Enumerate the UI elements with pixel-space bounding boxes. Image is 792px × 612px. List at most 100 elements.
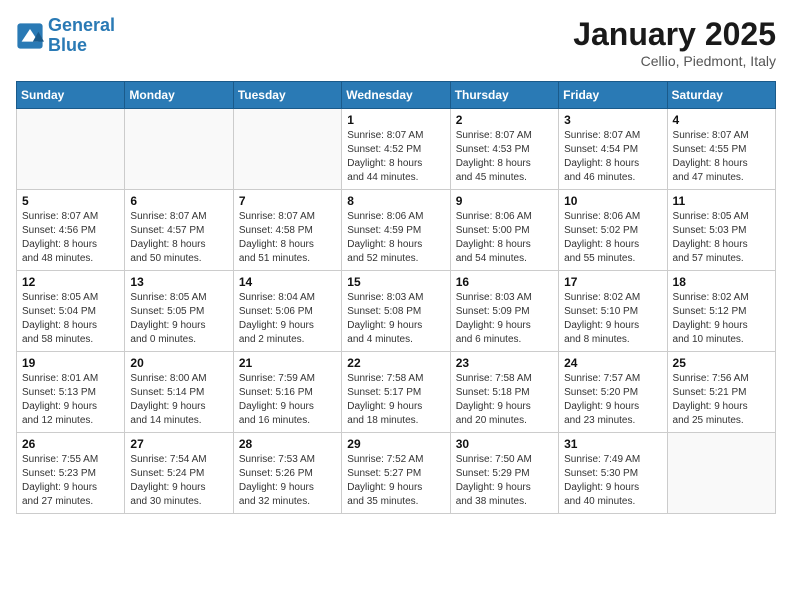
calendar-body: 1Sunrise: 8:07 AM Sunset: 4:52 PM Daylig… <box>17 109 776 514</box>
calendar-cell: 9 Sunrise: 8:06 AM Sunset: 5:00 PM Daylig… <box>450 190 558 271</box>
logo-text: General Blue <box>48 16 115 56</box>
day-info: Sunrise: 7:58 AM Sunset: 5:18 PM Dayligh… <box>456 372 553 428</box>
day-number: 10 <box>564 194 661 208</box>
weekday-header: Saturday <box>667 82 775 109</box>
day-info: Sunrise: 7:52 AM Sunset: 5:27 PM Dayligh… <box>347 453 444 509</box>
day-number: 23 <box>456 356 553 370</box>
day-info: Sunrise: 8:05 AM Sunset: 5:05 PM Dayligh… <box>130 291 227 347</box>
day-info: Sunrise: 8:01 AM Sunset: 5:13 PM Dayligh… <box>22 372 119 428</box>
weekday-row: SundayMondayTuesdayWednesdayThursdayFrid… <box>17 82 776 109</box>
calendar-cell <box>17 109 125 190</box>
calendar-cell: 2Sunrise: 8:07 AM Sunset: 4:53 PM Daylig… <box>450 109 558 190</box>
calendar-cell: 15Sunrise: 8:03 AM Sunset: 5:08 PM Dayli… <box>342 271 450 352</box>
calendar-cell: 11Sunrise: 8:05 AM Sunset: 5:03 PM Dayli… <box>667 190 775 271</box>
calendar-cell: 6 Sunrise: 8:07 AM Sunset: 4:57 PM Daylig… <box>125 190 233 271</box>
day-info: Sunrise: 7:56 AM Sunset: 5:21 PM Dayligh… <box>673 372 770 428</box>
calendar-cell: 17Sunrise: 8:02 AM Sunset: 5:10 PM Dayli… <box>559 271 667 352</box>
day-number: 24 <box>564 356 661 370</box>
day-info: Sunrise: 8:05 AM Sunset: 5:04 PM Dayligh… <box>22 291 119 347</box>
calendar-cell: 5 Sunrise: 8:07 AM Sunset: 4:56 PM Daylig… <box>17 190 125 271</box>
calendar-cell: 10Sunrise: 8:06 AM Sunset: 5:02 PM Dayli… <box>559 190 667 271</box>
calendar-cell: 25 Sunrise: 7:56 AM Sunset: 5:21 PM Dayli… <box>667 352 775 433</box>
month-title: January 2025 <box>573 16 776 53</box>
weekday-header: Monday <box>125 82 233 109</box>
calendar-cell: 3 Sunrise: 8:07 AM Sunset: 4:54 PM Daylig… <box>559 109 667 190</box>
day-info: Sunrise: 8:06 AM Sunset: 4:59 PM Dayligh… <box>347 210 444 266</box>
day-info: Sunrise: 7:53 AM Sunset: 5:26 PM Dayligh… <box>239 453 336 509</box>
calendar-cell: 4 Sunrise: 8:07 AM Sunset: 4:55 PM Daylig… <box>667 109 775 190</box>
day-number: 18 <box>673 275 770 289</box>
day-number: 15 <box>347 275 444 289</box>
calendar-week-row: 1Sunrise: 8:07 AM Sunset: 4:52 PM Daylig… <box>17 109 776 190</box>
day-info: Sunrise: 8:07 AM Sunset: 4:54 PM Dayligh… <box>564 129 661 185</box>
calendar-cell: 18Sunrise: 8:02 AM Sunset: 5:12 PM Dayli… <box>667 271 775 352</box>
calendar-week-row: 26 Sunrise: 7:55 AM Sunset: 5:23 PM Dayli… <box>17 433 776 514</box>
day-info: Sunrise: 7:57 AM Sunset: 5:20 PM Dayligh… <box>564 372 661 428</box>
day-number: 14 <box>239 275 336 289</box>
day-number: 8 <box>347 194 444 208</box>
calendar-cell: 21Sunrise: 7:59 AM Sunset: 5:16 PM Dayli… <box>233 352 341 433</box>
day-number: 4 <box>673 113 770 127</box>
day-number: 12 <box>22 275 119 289</box>
calendar-cell <box>233 109 341 190</box>
calendar-week-row: 19 Sunrise: 8:01 AM Sunset: 5:13 PM Dayli… <box>17 352 776 433</box>
calendar-cell: 28 Sunrise: 7:53 AM Sunset: 5:26 PM Dayli… <box>233 433 341 514</box>
day-number: 19 <box>22 356 119 370</box>
calendar-cell: 19 Sunrise: 8:01 AM Sunset: 5:13 PM Dayli… <box>17 352 125 433</box>
calendar-cell: 27Sunrise: 7:54 AM Sunset: 5:24 PM Dayli… <box>125 433 233 514</box>
calendar-cell <box>667 433 775 514</box>
day-number: 9 <box>456 194 553 208</box>
calendar-cell: 31Sunrise: 7:49 AM Sunset: 5:30 PM Dayli… <box>559 433 667 514</box>
day-number: 11 <box>673 194 770 208</box>
day-number: 6 <box>130 194 227 208</box>
day-number: 27 <box>130 437 227 451</box>
calendar-week-row: 5 Sunrise: 8:07 AM Sunset: 4:56 PM Daylig… <box>17 190 776 271</box>
day-number: 21 <box>239 356 336 370</box>
page-header: General Blue January 2025 Cellio, Piedmo… <box>16 16 776 69</box>
calendar-header: SundayMondayTuesdayWednesdayThursdayFrid… <box>17 82 776 109</box>
day-number: 5 <box>22 194 119 208</box>
day-number: 28 <box>239 437 336 451</box>
day-number: 31 <box>564 437 661 451</box>
day-number: 1 <box>347 113 444 127</box>
day-info: Sunrise: 8:03 AM Sunset: 5:09 PM Dayligh… <box>456 291 553 347</box>
day-info: Sunrise: 8:07 AM Sunset: 4:55 PM Dayligh… <box>673 129 770 185</box>
calendar-cell: 12 Sunrise: 8:05 AM Sunset: 5:04 PM Dayli… <box>17 271 125 352</box>
day-info: Sunrise: 8:07 AM Sunset: 4:53 PM Dayligh… <box>456 129 553 185</box>
calendar-cell: 20 Sunrise: 8:00 AM Sunset: 5:14 PM Dayli… <box>125 352 233 433</box>
logo-icon <box>16 22 44 50</box>
day-number: 7 <box>239 194 336 208</box>
calendar-cell: 16 Sunrise: 8:03 AM Sunset: 5:09 PM Dayli… <box>450 271 558 352</box>
day-info: Sunrise: 8:04 AM Sunset: 5:06 PM Dayligh… <box>239 291 336 347</box>
day-info: Sunrise: 8:00 AM Sunset: 5:14 PM Dayligh… <box>130 372 227 428</box>
day-info: Sunrise: 7:55 AM Sunset: 5:23 PM Dayligh… <box>22 453 119 509</box>
day-info: Sunrise: 8:07 AM Sunset: 4:57 PM Dayligh… <box>130 210 227 266</box>
location: Cellio, Piedmont, Italy <box>573 53 776 69</box>
day-number: 13 <box>130 275 227 289</box>
day-number: 29 <box>347 437 444 451</box>
day-info: Sunrise: 7:58 AM Sunset: 5:17 PM Dayligh… <box>347 372 444 428</box>
day-info: Sunrise: 8:02 AM Sunset: 5:10 PM Dayligh… <box>564 291 661 347</box>
day-info: Sunrise: 8:06 AM Sunset: 5:00 PM Dayligh… <box>456 210 553 266</box>
weekday-header: Tuesday <box>233 82 341 109</box>
day-number: 22 <box>347 356 444 370</box>
day-number: 25 <box>673 356 770 370</box>
weekday-header: Friday <box>559 82 667 109</box>
day-number: 20 <box>130 356 227 370</box>
weekday-header: Thursday <box>450 82 558 109</box>
day-number: 16 <box>456 275 553 289</box>
calendar-cell: 22 Sunrise: 7:58 AM Sunset: 5:17 PM Dayli… <box>342 352 450 433</box>
title-block: January 2025 Cellio, Piedmont, Italy <box>573 16 776 69</box>
weekday-header: Sunday <box>17 82 125 109</box>
calendar-cell: 26 Sunrise: 7:55 AM Sunset: 5:23 PM Dayli… <box>17 433 125 514</box>
day-number: 3 <box>564 113 661 127</box>
calendar-cell: 13 Sunrise: 8:05 AM Sunset: 5:05 PM Dayli… <box>125 271 233 352</box>
day-number: 26 <box>22 437 119 451</box>
calendar-cell: 24 Sunrise: 7:57 AM Sunset: 5:20 PM Dayli… <box>559 352 667 433</box>
weekday-header: Wednesday <box>342 82 450 109</box>
calendar: SundayMondayTuesdayWednesdayThursdayFrid… <box>16 81 776 514</box>
calendar-cell: 23 Sunrise: 7:58 AM Sunset: 5:18 PM Dayli… <box>450 352 558 433</box>
day-info: Sunrise: 8:07 AM Sunset: 4:56 PM Dayligh… <box>22 210 119 266</box>
day-info: Sunrise: 8:07 AM Sunset: 4:58 PM Dayligh… <box>239 210 336 266</box>
calendar-cell: 29 Sunrise: 7:52 AM Sunset: 5:27 PM Dayli… <box>342 433 450 514</box>
